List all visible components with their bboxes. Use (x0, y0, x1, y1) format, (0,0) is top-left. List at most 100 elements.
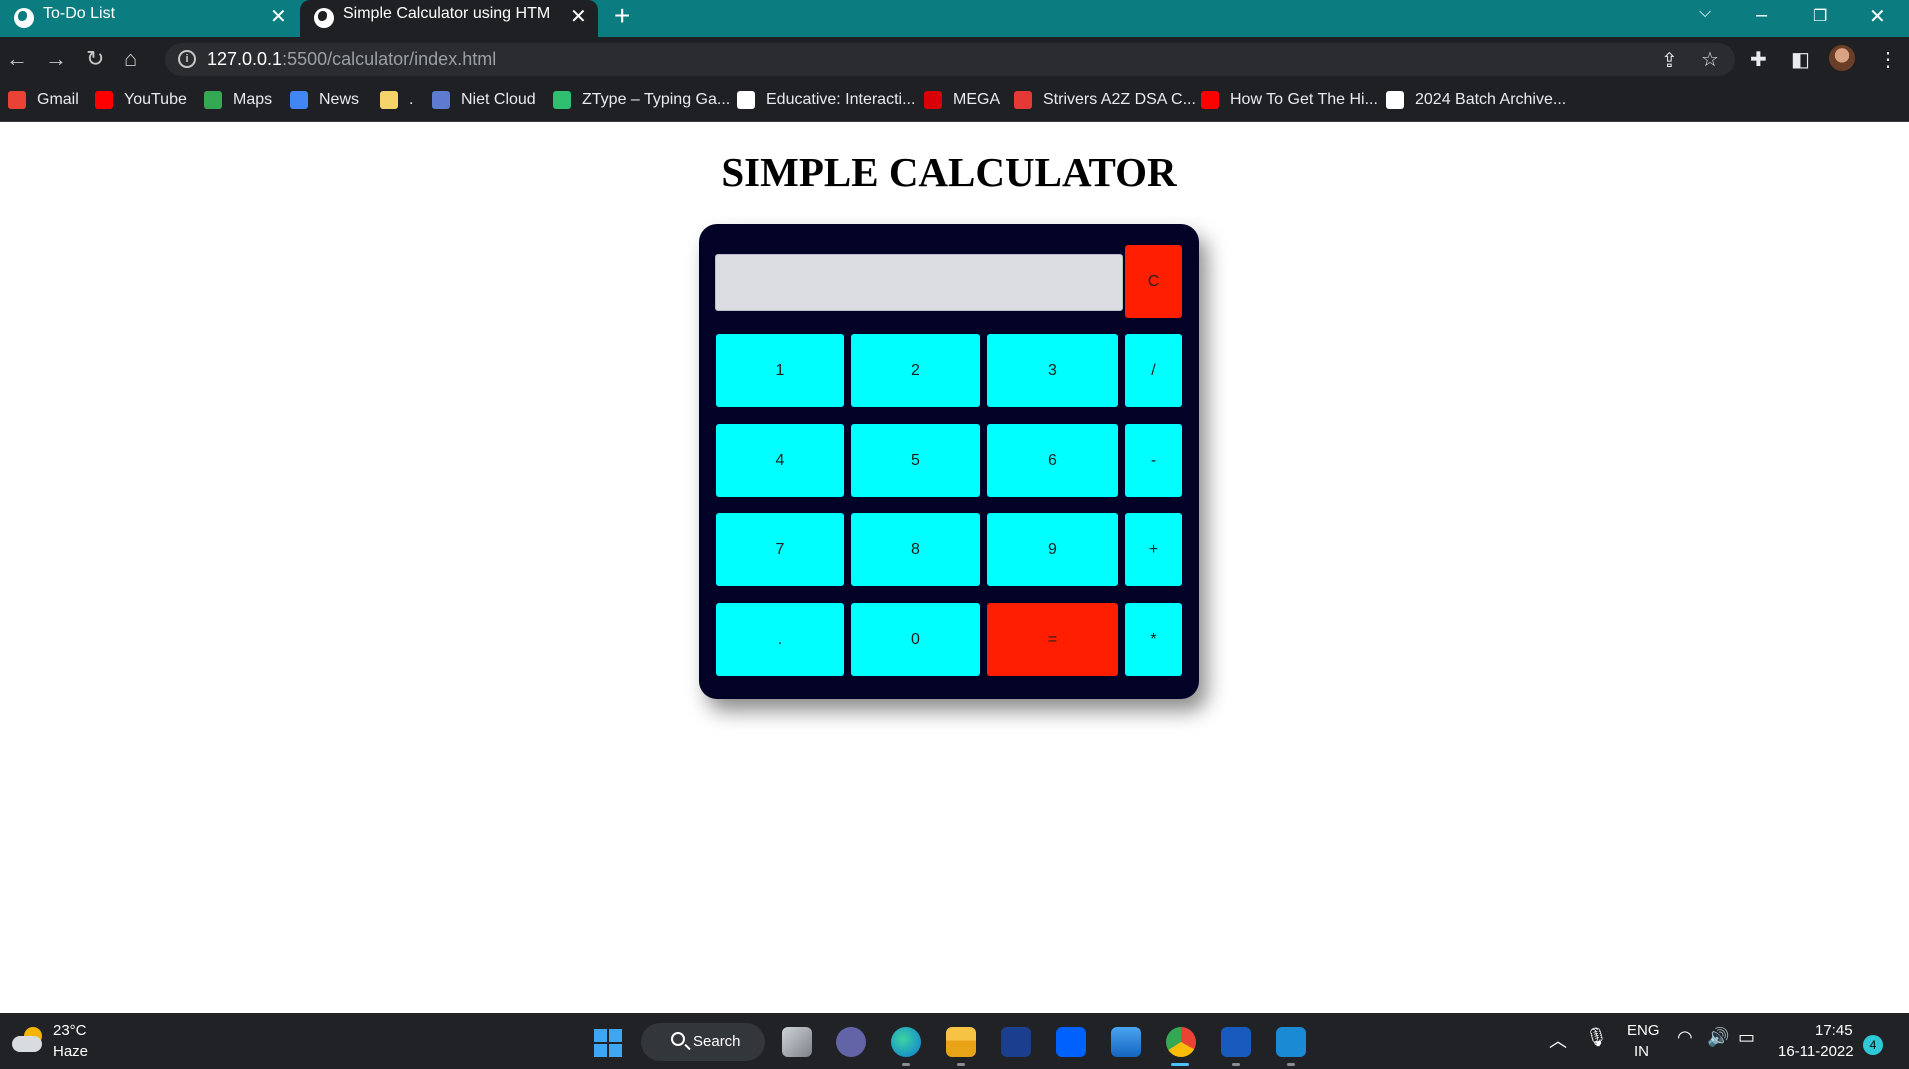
tuf-icon (1014, 91, 1032, 109)
mega-icon (924, 91, 942, 109)
taskbar: 23°C Haze Search ︿ 🎙 ENG IN ◠ 🔊 ▭ 17:45 … (0, 1013, 1909, 1069)
educative-icon (737, 91, 755, 109)
key-8[interactable]: 8 (851, 513, 980, 586)
store-icon[interactable] (1001, 1027, 1031, 1057)
bookmark-educative[interactable]: Educative: Interacti... (737, 91, 915, 109)
key-multiply[interactable]: * (1125, 603, 1182, 676)
bookmark-how-to[interactable]: How To Get The Hi... (1201, 91, 1378, 109)
side-panel-icon[interactable]: ◧ (1791, 47, 1810, 72)
close-icon[interactable]: ✕ (570, 4, 587, 29)
edge-icon[interactable] (891, 1027, 921, 1057)
clear-button[interactable]: C (1125, 245, 1182, 318)
bookmark-label: Maps (233, 91, 273, 108)
info-icon[interactable]: i (178, 50, 196, 68)
bookmark-label: . (409, 91, 414, 108)
key-2[interactable]: 2 (851, 334, 980, 407)
bookmark-label: 2024 Batch Archive... (1415, 91, 1567, 108)
language-bottom[interactable]: IN (1634, 1043, 1649, 1060)
bookmark-label: MEGA (953, 91, 1001, 108)
key-4[interactable]: 4 (716, 424, 844, 497)
microphone-icon[interactable]: 🎙 (1585, 1027, 1608, 1048)
chevron-up-icon[interactable]: ︿ (1549, 1027, 1567, 1053)
language-top[interactable]: ENG (1627, 1022, 1660, 1039)
archive-icon (1386, 91, 1404, 109)
bookmark-label: ZType – Typing Ga... (582, 91, 731, 108)
tab-search-icon[interactable]: ⌵ (1699, 4, 1711, 22)
forward-button[interactable]: → (45, 46, 67, 72)
bookmark-folder[interactable]: . (380, 91, 413, 109)
globe-icon (314, 8, 334, 28)
minimize-button[interactable]: – (1756, 4, 1767, 27)
task-view-icon[interactable] (782, 1027, 812, 1057)
teams-chat-icon[interactable] (836, 1027, 866, 1057)
bookmark-ztype[interactable]: ZType – Typing Ga... (553, 91, 730, 109)
new-tab-button[interactable]: + (614, 0, 630, 32)
address-bar[interactable]: i 127.0.0.1:5500/calculator/index.html ⇪… (165, 43, 1735, 76)
key-subtract[interactable]: - (1125, 424, 1182, 497)
youtube-icon (95, 91, 113, 109)
key-divide[interactable]: / (1125, 334, 1182, 407)
taskbar-search-button[interactable]: Search (641, 1023, 765, 1061)
battery-icon[interactable]: ▭ (1738, 1027, 1755, 1048)
home-button[interactable]: ⌂ (124, 46, 137, 72)
tab-simple-calculator[interactable]: Simple Calculator using HTML, C ✕ (300, 0, 598, 37)
key-decimal[interactable]: . (716, 603, 844, 676)
bookmark-label: News (319, 91, 360, 108)
bookmark-star-icon[interactable]: ☆ (1701, 47, 1719, 72)
calculator-display[interactable] (715, 254, 1123, 311)
key-7[interactable]: 7 (716, 513, 844, 586)
bookmark-label: How To Get The Hi... (1230, 91, 1378, 108)
tab-todo-list[interactable]: To-Do List ✕ (0, 0, 298, 37)
avatar[interactable] (1829, 45, 1855, 71)
reload-button[interactable]: ↻ (86, 46, 104, 72)
back-button[interactable]: ← (6, 46, 28, 72)
key-6[interactable]: 6 (987, 424, 1118, 497)
bookmark-news[interactable]: News (290, 91, 359, 109)
news-icon (290, 91, 308, 109)
vscode-icon[interactable] (1276, 1027, 1306, 1057)
key-9[interactable]: 9 (987, 513, 1118, 586)
extensions-icon[interactable]: ✚ (1750, 47, 1767, 72)
clock-date[interactable]: 16-11-2022 (1778, 1043, 1854, 1060)
running-indicator (1287, 1063, 1295, 1066)
key-1[interactable]: 1 (716, 334, 844, 407)
notification-badge[interactable]: 4 (1863, 1035, 1883, 1055)
bookmark-strivers[interactable]: Strivers A2Z DSA C... (1014, 91, 1196, 109)
bookmark-2024-batch[interactable]: 2024 Batch Archive... (1386, 91, 1566, 109)
windows-start-icon[interactable] (594, 1029, 622, 1057)
key-3[interactable]: 3 (987, 334, 1118, 407)
wifi-icon[interactable]: ◠ (1677, 1027, 1693, 1048)
file-explorer-icon[interactable] (946, 1027, 976, 1057)
dropbox-icon[interactable] (1056, 1027, 1086, 1057)
bookmark-youtube[interactable]: YouTube (95, 91, 187, 109)
key-add[interactable]: + (1125, 513, 1182, 586)
weather-temperature: 23°C (53, 1022, 87, 1039)
volume-icon[interactable]: 🔊 (1707, 1027, 1729, 1048)
restore-button[interactable]: ❐ (1813, 6, 1827, 26)
chrome-icon[interactable] (1166, 1027, 1196, 1057)
bookmark-gmail[interactable]: Gmail (8, 91, 79, 109)
ztype-icon (553, 91, 571, 109)
bookmarks-bar: Gmail YouTube Maps News . Niet Cloud ZTy… (0, 82, 1909, 122)
menu-icon[interactable]: ⋮ (1878, 47, 1898, 72)
url-text[interactable]: 127.0.0.1:5500/calculator/index.html (207, 49, 496, 70)
share-icon[interactable]: ⇪ (1661, 48, 1678, 73)
mail-icon[interactable] (1111, 1027, 1141, 1057)
clock-time[interactable]: 17:45 (1815, 1022, 1853, 1039)
word-icon[interactable] (1221, 1027, 1251, 1057)
bookmark-mega[interactable]: MEGA (924, 91, 1000, 109)
running-indicator (957, 1063, 965, 1066)
search-label: Search (693, 1033, 741, 1050)
equals-button[interactable]: = (987, 603, 1118, 676)
key-0[interactable]: 0 (851, 603, 980, 676)
url-host: 127.0.0.1 (207, 49, 283, 69)
key-5[interactable]: 5 (851, 424, 980, 497)
close-window-button[interactable]: ✕ (1869, 4, 1886, 29)
bookmark-niet-cloud[interactable]: Niet Cloud (432, 91, 536, 109)
close-icon[interactable]: ✕ (270, 4, 287, 29)
url-path: :5500/calculator/index.html (282, 49, 497, 69)
bookmark-label: Niet Cloud (461, 91, 536, 108)
weather-haze-icon[interactable] (12, 1027, 46, 1053)
bookmark-label: Gmail (37, 91, 79, 108)
bookmark-maps[interactable]: Maps (204, 91, 272, 109)
